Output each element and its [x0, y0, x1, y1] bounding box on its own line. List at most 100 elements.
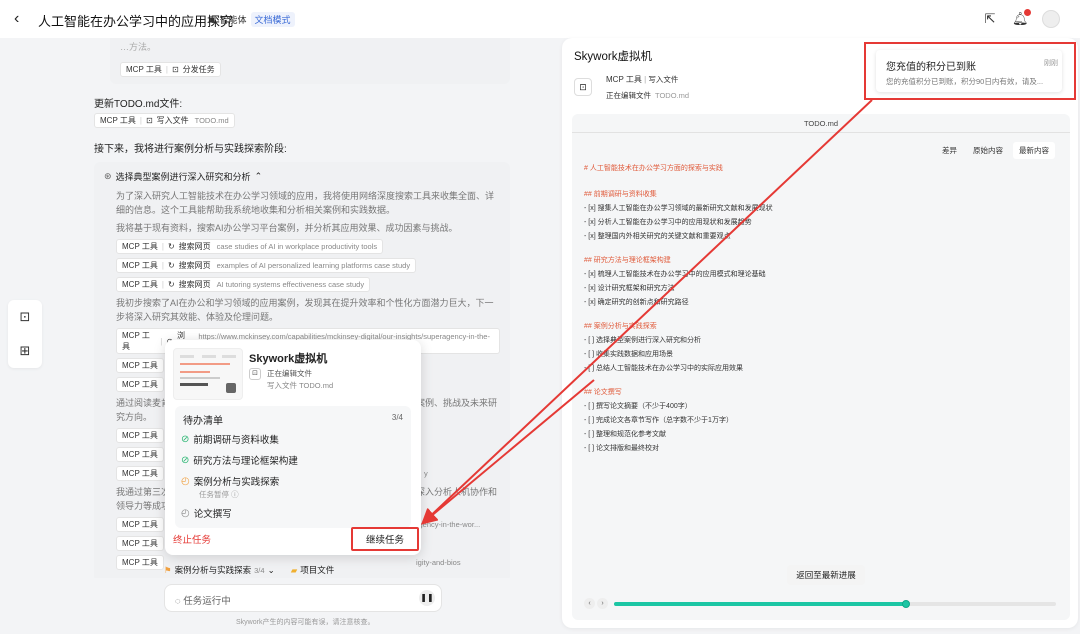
disclaimer: Skywork产生的内容可能有误，请注意核查。 — [236, 619, 375, 626]
tool-call[interactable]: MCP 工具 — [116, 517, 164, 532]
check-circle-icon: ⊛ — [104, 171, 112, 181]
input-placeholder: ◌ 任务运行中 — [175, 596, 231, 607]
tab-latest[interactable]: 最新内容 — [1013, 142, 1055, 159]
snippet-a: y — [424, 469, 428, 478]
md-heading-2: ## 研究方法与理论框架构建 — [584, 257, 671, 264]
return-latest-button[interactable]: 返回至最新进展 — [787, 565, 865, 585]
search-call-1[interactable]: MCP 工具 | ↻ 搜索网页 case studies of AI in workpl… — [116, 239, 384, 254]
back-arrow-icon[interactable]: ‹ — [14, 10, 19, 28]
refresh-icon: ↻ — [167, 261, 175, 270]
paused-note: 任务暂停 ⓘ — [199, 490, 239, 499]
deep-text-a: 通过阅读麦肯 — [116, 398, 171, 408]
search-call-2[interactable]: MCP 工具 | ↻ 搜索网页 examples of AI personalized … — [116, 258, 417, 273]
todo-count: 3/4 — [391, 413, 403, 422]
editor-icon: ⊡ — [574, 78, 592, 96]
file-panel: TODO.md 差异 原始内容 最新内容 # 人工智能技术在办公学习方面的探索与… — [572, 114, 1070, 620]
stop-task-button[interactable]: 终止任务 — [173, 532, 211, 546]
md-item: - [ ] 总结人工智能技术在办公学习中的实际应用效果 — [584, 365, 744, 372]
tool-call[interactable]: MCP 工具 — [116, 466, 164, 481]
tool-call[interactable]: MCP 工具 — [116, 377, 164, 392]
section-header[interactable]: ⊛ 选择典型案例进行深入研究和分析 ⌃ — [104, 170, 500, 183]
notification-time: 刚刚 — [1044, 60, 1058, 67]
prev-icon[interactable]: ‹ — [584, 598, 595, 609]
top-bar: ‹ 人工智能在办公学习中的应用探究 ▣ 智能体 文档模式 ⇱ 🔔︎ — [0, 0, 1080, 38]
robot-icon: ▣ — [208, 14, 217, 24]
check-circle-icon: ⊘ — [181, 454, 190, 466]
md-item: - [ ] 收集实践数据和应用场景 — [584, 351, 674, 358]
continue-task-button[interactable]: 继续任务 — [351, 527, 419, 551]
vm-thumbnail[interactable] — [173, 348, 243, 400]
vm-panel: Skywork虚拟机 ⊡ MCP 工具 | 写入文件 正在编辑文件 TODO.md… — [562, 38, 1078, 628]
project-files-button[interactable]: ▰ 项目文件 — [291, 564, 335, 576]
faded-text: …方法。 — [120, 42, 157, 52]
tool-call[interactable]: MCP 工具 — [116, 428, 164, 443]
info-icon: ⓘ — [231, 490, 239, 499]
tool-call-write[interactable]: MCP 工具 | ⊡ 写入文件 TODO.md — [94, 113, 235, 128]
popover-title: Skywork虚拟机 — [249, 353, 328, 365]
notification-highlight: 您充值的积分已到账 刚刚 您的充值积分已到账，积分90日内有效，请及... — [864, 42, 1076, 100]
agent-label: ▣ 智能体 — [208, 14, 247, 25]
chevron-up-icon: ⌃ — [254, 171, 263, 181]
next-phase-text: 接下来，我将进行案例分析与实践探索阶段: — [94, 144, 287, 155]
check-circle-icon: ⊘ — [181, 433, 190, 445]
tool-call[interactable]: MCP 工具 — [116, 447, 164, 462]
todo-item-3: ◴ 案例分析与实践探索 — [181, 475, 280, 489]
md-item: - [x] 确定研究的创新点和研究路径 — [584, 299, 689, 306]
dispatch-icon: ⊡ — [171, 65, 179, 74]
tool-call-dispatch[interactable]: MCP 工具 | ⊡ 分发任务 — [120, 62, 221, 77]
expand-sidebar-icon[interactable]: ⊡ — [20, 309, 31, 325]
next-icon[interactable]: › — [597, 598, 608, 609]
notification-title: 您充值的积分已到账 — [886, 62, 976, 73]
chevron-down-icon: ⌄ — [267, 564, 275, 575]
md-item: - [x] 整理国内外相关研究的关键文献和重要观点 — [584, 233, 731, 240]
flag-icon: ⚑ — [164, 564, 172, 575]
search-call-3[interactable]: MCP 工具 | ↻ 搜索网页 AI tutoring systems effectiv… — [116, 277, 371, 292]
third-text-a: 我通过第三次 — [116, 487, 171, 497]
bell-icon[interactable]: 🔔︎ — [1012, 9, 1031, 27]
popover-file: 写入文件 TODO.md — [267, 381, 334, 390]
md-item: - [x] 分析人工智能在办公学习中的应用现状和发展趋势 — [584, 219, 752, 226]
tool-call[interactable]: MCP 工具 — [116, 358, 164, 373]
todo-item-1: ⊘ 前期调研与资料收集 — [181, 433, 279, 447]
tool-call[interactable]: MCP 工具 — [116, 536, 164, 551]
task-input[interactable]: ◌ 任务运行中 ❚❚ — [164, 584, 442, 612]
popover-status: 正在编辑文件 — [267, 369, 312, 378]
md-item: - [ ] 整理和规范化参考文献 — [584, 431, 667, 438]
pause-button[interactable]: ❚❚ — [419, 590, 435, 606]
file-name: TODO.md — [803, 119, 839, 128]
progress-handle[interactable] — [901, 600, 910, 608]
tab-diff[interactable]: 差异 — [936, 142, 963, 159]
share-icon[interactable]: ⇱ — [982, 11, 998, 27]
clock-icon: ◴ — [181, 507, 190, 519]
plan-text: 我将基于现有资料，搜索AI办公学习平台案例，并分析其应用效果、成功因素与挑战。 — [116, 223, 458, 233]
editor-icon: ⊡ — [249, 368, 261, 380]
found-text: 我初步搜索了AI在办公和学习领域的应用案例，发现其在提升效率和个性化方面潜力巨大… — [116, 298, 494, 322]
left-rail: ⊡ ⊞ — [8, 300, 42, 368]
snippet-b: rgency-in-the-wor... — [416, 520, 481, 529]
refresh-icon: ↻ — [167, 242, 175, 251]
section-title: 选择典型案例进行深入研究和分析 — [115, 172, 251, 182]
progress-track[interactable] — [614, 600, 1056, 608]
file-icon: ⊡ — [145, 116, 153, 125]
vm-tool-line: MCP 工具 | 写入文件 — [606, 75, 679, 84]
phase-selector[interactable]: ⚑ 案例分析与实践探索 3/4 ⌄ — [164, 564, 275, 576]
avatar[interactable] — [1042, 10, 1060, 28]
progress-fill — [614, 602, 906, 606]
tab-original[interactable]: 原始内容 — [967, 142, 1009, 159]
todo-title: 待办清单 — [183, 416, 223, 427]
phase-strip: ⚑ 案例分析与实践探索 3/4 ⌄ ▰ 项目文件 — [164, 563, 504, 577]
previous-step-card: …方法。 MCP 工具 | ⊡ 分发任务 — [110, 38, 510, 84]
markdown-content: # 人工智能技术在办公学习方面的探索与实践 ## 前期调研与资料收集 - [x]… — [584, 162, 773, 456]
new-task-icon[interactable]: ⊞ — [20, 343, 31, 359]
tool-call[interactable]: MCP 工具 — [116, 555, 164, 570]
md-heading-4: ## 论文撰写 — [584, 389, 622, 396]
vm-editing: 正在编辑文件 TODO.md — [606, 91, 690, 100]
notification-body: 您的充值积分已到账，积分90日内有效，请及... — [886, 77, 1044, 86]
deep-text-a-tail: 案例、挑战及未来研 — [416, 398, 498, 408]
vm-popover: Skywork虚拟机 ⊡ 正在编辑文件 写入文件 TODO.md 待办清单 3/4 … — [165, 340, 421, 555]
thumbnail-preview — [180, 355, 236, 393]
refresh-icon: ↻ — [167, 280, 175, 289]
md-item: - [ ] 完成论文各章节写作（总字数不少于1万字） — [584, 417, 733, 424]
notification-toast[interactable]: 您充值的积分已到账 刚刚 您的充值积分已到账，积分90日内有效，请及... — [876, 50, 1062, 92]
document-mode-tag[interactable]: 文档模式 — [250, 12, 295, 27]
